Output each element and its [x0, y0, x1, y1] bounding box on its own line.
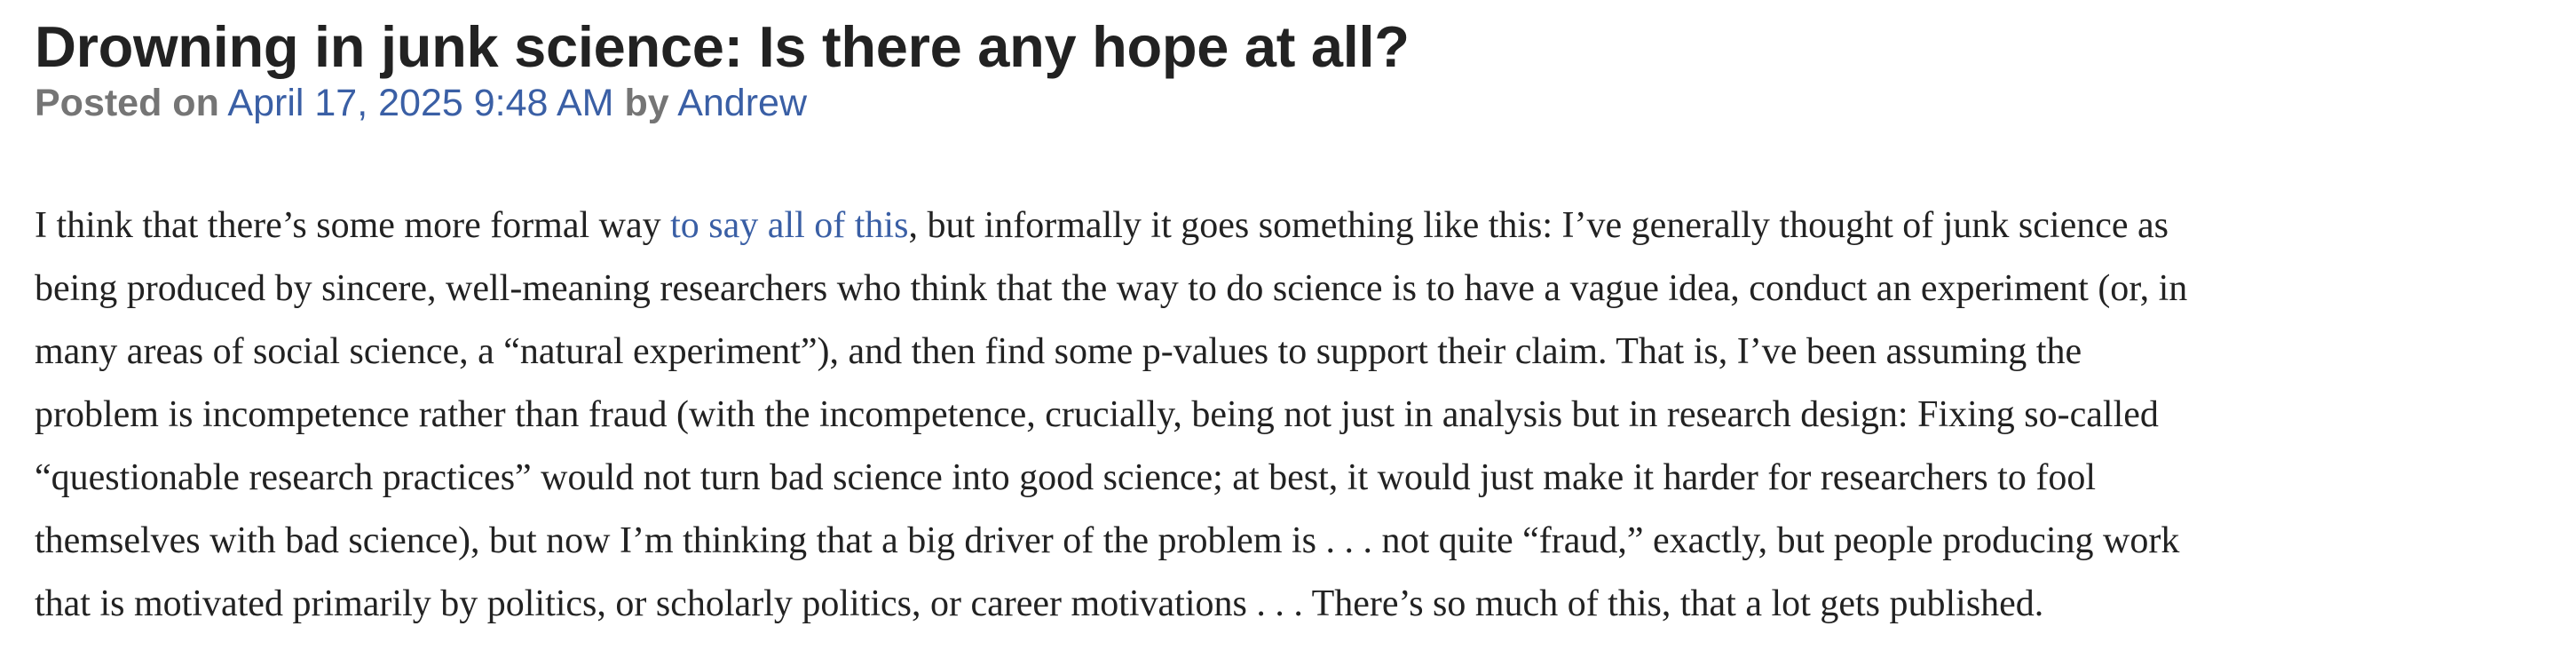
body-line-5: “questionable research practices” would … — [35, 457, 2096, 498]
body-line-3: many areas of social science, a “natural… — [35, 331, 2082, 372]
by-label: by — [624, 82, 669, 124]
post-title: Drowning in junk science: Is there any h… — [35, 14, 1410, 79]
body-line-6: themselves with bad science), but now I’… — [35, 520, 2180, 561]
post-meta: Posted on April 17, 2025 9:48 AM by Andr… — [35, 80, 2556, 126]
posted-on-label: Posted on — [35, 82, 219, 124]
body-text-before-link: I think that there’s some more formal wa… — [35, 205, 671, 246]
body-line-4: problem is incompetence rather than frau… — [35, 394, 2159, 435]
inline-link-say-all-of-this[interactable]: to say all of this — [670, 205, 908, 246]
body-line-2: being produced by sincere, well-meaning … — [35, 268, 2188, 309]
body-line-1: I think that there’s some more formal wa… — [35, 194, 2556, 258]
author-link[interactable]: Andrew — [677, 82, 807, 124]
post-date-link[interactable]: April 17, 2025 9:48 AM — [227, 82, 613, 124]
post-body: I think that there’s some more formal wa… — [35, 194, 2556, 636]
body-text-after-link: , but informally it goes something like … — [908, 205, 2169, 246]
blog-post: Drowning in junk science: Is there any h… — [35, 0, 2556, 636]
body-line-7: that is motivated primarily by politics,… — [35, 583, 2044, 624]
